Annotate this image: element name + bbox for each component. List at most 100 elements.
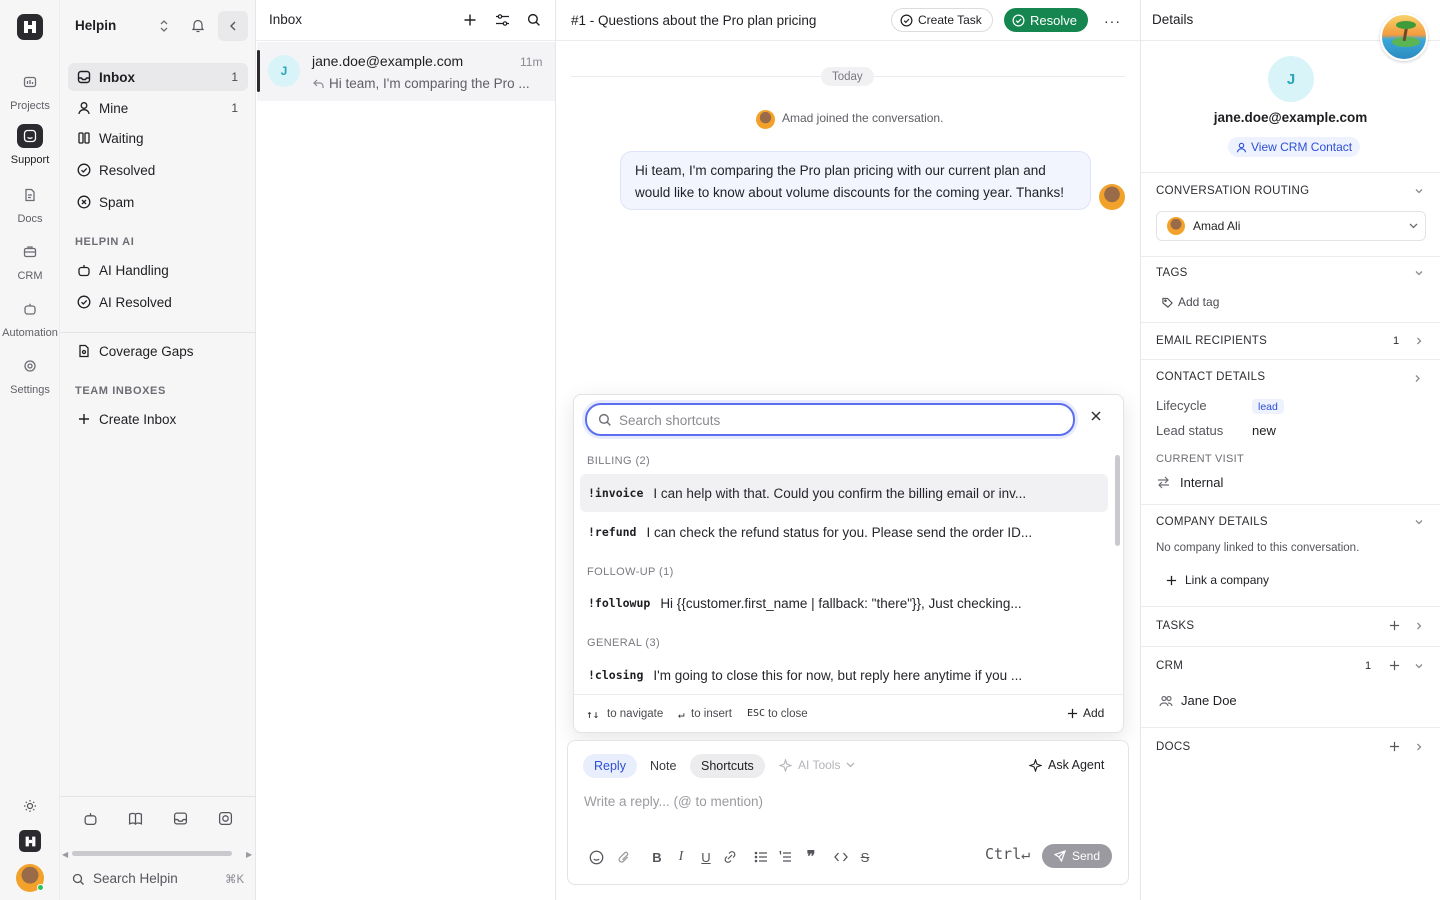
chevron-right-icon[interactable] bbox=[1414, 621, 1424, 631]
helpin-logo[interactable] bbox=[17, 14, 43, 40]
scroll-left-arrow-icon[interactable]: ◀ bbox=[62, 850, 68, 859]
crm-contact-name[interactable]: Jane Doe bbox=[1181, 693, 1237, 708]
chevron-down-icon[interactable] bbox=[1414, 372, 1424, 382]
emoji-icon[interactable] bbox=[587, 848, 605, 866]
section-conversation-routing[interactable]: CONVERSATION ROUTING bbox=[1156, 185, 1309, 197]
lead-status-value[interactable]: new bbox=[1252, 423, 1276, 438]
beach-island-image[interactable] bbox=[1380, 13, 1428, 61]
tab-note[interactable]: Note bbox=[639, 754, 687, 778]
bold-icon[interactable]: B bbox=[648, 848, 666, 866]
workspace-switch-icon[interactable] bbox=[158, 19, 170, 33]
create-inbox-button[interactable]: Create Inbox bbox=[68, 405, 248, 433]
attachment-icon[interactable] bbox=[615, 848, 633, 866]
sidebar-item-ai-handling[interactable]: AI Handling bbox=[68, 256, 248, 284]
underline-icon[interactable]: U bbox=[697, 848, 715, 866]
italic-icon[interactable]: I bbox=[672, 848, 690, 866]
numbered-list-icon[interactable] bbox=[776, 848, 794, 866]
shortcut-search-box[interactable] bbox=[585, 403, 1075, 436]
section-tasks[interactable]: TASKS bbox=[1156, 620, 1194, 632]
plus-icon[interactable] bbox=[1389, 741, 1400, 752]
sidebar-item-label: Coverage Gaps bbox=[99, 343, 194, 359]
shortcut-item[interactable]: !invoice I can help with that. Could you… bbox=[580, 474, 1108, 512]
close-icon[interactable] bbox=[1090, 410, 1102, 422]
sidebar-item-coverage-gaps[interactable]: Coverage Gaps bbox=[68, 337, 248, 365]
sidebar-item-resolved[interactable]: Resolved bbox=[68, 156, 248, 184]
ask-agent-button[interactable]: Ask Agent bbox=[1029, 758, 1104, 772]
sidebar-item-waiting[interactable]: Waiting bbox=[68, 124, 248, 152]
quote-icon[interactable]: ❞ bbox=[802, 848, 820, 866]
section-company-details[interactable]: COMPANY DETAILS bbox=[1156, 516, 1268, 528]
sun-icon[interactable] bbox=[23, 799, 37, 813]
sidebar-item-inbox[interactable]: Inbox 1 bbox=[68, 63, 248, 91]
check-circle-icon bbox=[76, 162, 92, 178]
rail-item-crm[interactable]: CRM bbox=[0, 240, 60, 282]
bullet-list-icon[interactable] bbox=[752, 848, 770, 866]
section-tags[interactable]: TAGS bbox=[1156, 267, 1188, 279]
resolve-label: Resolve bbox=[1030, 12, 1077, 28]
create-task-button[interactable]: Create Task bbox=[891, 8, 993, 32]
section-docs[interactable]: DOCS bbox=[1156, 741, 1190, 753]
rail-item-docs[interactable]: Docs bbox=[0, 183, 60, 225]
section-contact-details[interactable]: CONTACT DETAILS bbox=[1156, 371, 1265, 383]
book-icon[interactable] bbox=[128, 811, 143, 826]
settings-icon bbox=[17, 354, 43, 378]
rail-item-automation[interactable]: Automation bbox=[0, 297, 60, 339]
shortcut-search-input[interactable] bbox=[619, 411, 1049, 429]
plus-icon[interactable] bbox=[1389, 660, 1400, 671]
strikethrough-icon[interactable]: S bbox=[856, 848, 874, 866]
search-icon[interactable] bbox=[527, 13, 541, 27]
resolve-button[interactable]: Resolve bbox=[1004, 8, 1088, 32]
shortcut-list-scrollbar[interactable] bbox=[1115, 455, 1120, 546]
more-options-icon[interactable]: ··· bbox=[1104, 13, 1121, 29]
add-shortcut-button[interactable]: Add bbox=[1067, 706, 1104, 720]
lifecycle-badge[interactable]: lead bbox=[1252, 399, 1284, 414]
shortcut-item[interactable]: !closing I'm going to close this for now… bbox=[580, 656, 1108, 694]
inbox-list-panel bbox=[256, 0, 556, 900]
section-email-recipients[interactable]: EMAIL RECIPIENTS bbox=[1156, 335, 1267, 347]
reply-input[interactable]: Write a reply... (@ to mention) bbox=[584, 794, 763, 809]
new-conversation-icon[interactable] bbox=[463, 13, 477, 27]
rail-item-settings[interactable]: Settings bbox=[0, 354, 60, 396]
code-icon[interactable] bbox=[832, 848, 850, 866]
chevron-right-icon[interactable] bbox=[1414, 336, 1424, 346]
chevron-down-icon[interactable] bbox=[1414, 268, 1424, 278]
global-search-input[interactable]: Search Helpin bbox=[93, 871, 178, 886]
tab-shortcuts[interactable]: Shortcuts bbox=[690, 754, 765, 778]
chevron-down-icon[interactable] bbox=[1414, 186, 1424, 196]
insert-hint: to insert bbox=[691, 708, 732, 720]
chevron-down-icon[interactable] bbox=[1414, 661, 1424, 671]
sidebar-item-spam[interactable]: Spam bbox=[68, 188, 248, 216]
link-company-button[interactable]: Link a company bbox=[1166, 573, 1269, 587]
send-button[interactable]: Send bbox=[1042, 844, 1112, 868]
chevron-right-icon[interactable] bbox=[1414, 742, 1424, 752]
filter-sliders-icon[interactable] bbox=[495, 13, 510, 27]
rail-item-support[interactable]: Support bbox=[0, 124, 60, 166]
chevron-down-icon[interactable] bbox=[1414, 517, 1424, 527]
ai-tools-button[interactable]: AI Tools bbox=[779, 758, 855, 772]
conversation-list-item[interactable] bbox=[257, 42, 555, 101]
sidebar-item-mine[interactable]: Mine 1 bbox=[68, 94, 248, 122]
tab-reply[interactable]: Reply bbox=[583, 754, 637, 778]
inbox-tray-icon[interactable] bbox=[173, 811, 188, 826]
sidebar-item-ai-resolved[interactable]: AI Resolved bbox=[68, 288, 248, 316]
shortcut-key: !invoice bbox=[588, 486, 644, 500]
lifebuoy-icon[interactable] bbox=[218, 811, 233, 826]
workspace-name[interactable]: Helpin bbox=[75, 18, 116, 33]
scroll-right-arrow-icon[interactable]: ▶ bbox=[246, 850, 252, 859]
plus-icon[interactable] bbox=[1389, 620, 1400, 631]
workspace-logo[interactable] bbox=[19, 830, 41, 852]
collapse-sidebar-button[interactable] bbox=[218, 11, 248, 41]
link-icon[interactable] bbox=[721, 848, 739, 866]
add-tag-button[interactable]: Add tag bbox=[1162, 295, 1219, 309]
bot-icon[interactable] bbox=[83, 811, 98, 826]
section-crm[interactable]: CRM bbox=[1156, 660, 1183, 672]
bell-icon[interactable] bbox=[191, 18, 205, 33]
shortcut-item[interactable]: !refund I can check the refund status fo… bbox=[580, 513, 1108, 551]
rail-item-projects[interactable]: Projects bbox=[0, 70, 60, 112]
shortcut-item[interactable]: !followup Hi {{customer.first_name | fal… bbox=[580, 584, 1108, 622]
crm-count: 1 bbox=[1365, 660, 1372, 672]
sidebar-scrollbar[interactable] bbox=[72, 851, 232, 856]
view-crm-contact-link[interactable]: View CRM Contact bbox=[1228, 137, 1361, 157]
search-shortcut-hint: ⌘K bbox=[225, 874, 245, 886]
assignee-select[interactable]: Amad Ali bbox=[1156, 211, 1426, 241]
